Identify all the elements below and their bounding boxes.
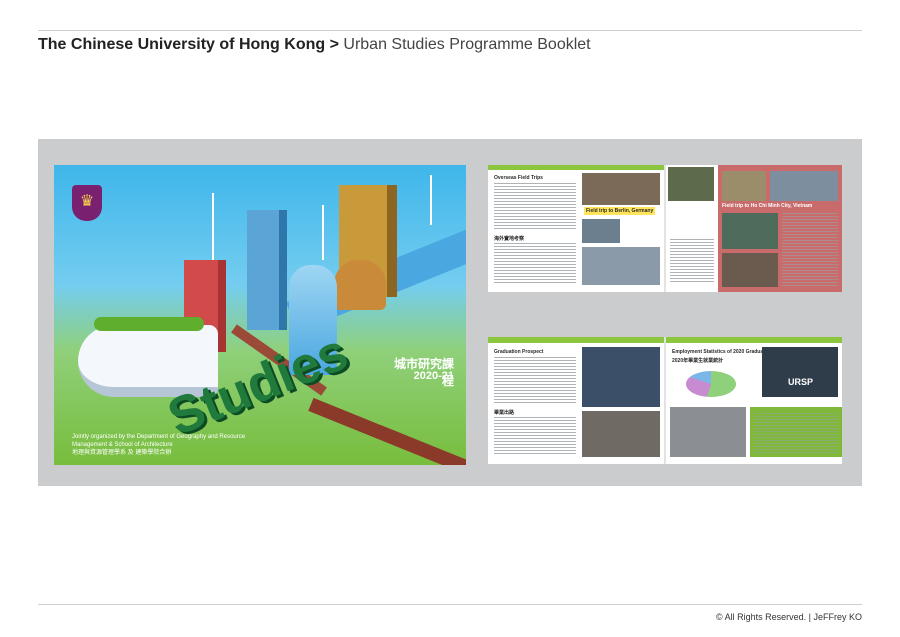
pie-chart-icon <box>686 371 736 397</box>
ursp-badge: URSP <box>788 377 814 387</box>
cover-credit-zh: 地理與資源管理學系 及 建築學院合辦 <box>72 450 172 456</box>
spread-heading-zh: 2020年畢業生就業統計 <box>672 358 724 364</box>
wind-turbine-icon <box>430 175 432 225</box>
photo <box>668 167 714 201</box>
body-text-block <box>670 239 714 283</box>
body-text-block <box>782 213 838 287</box>
photo <box>722 213 778 249</box>
body-text-block <box>494 183 576 231</box>
cuhk-crest-icon: ♛ <box>72 185 102 221</box>
photo <box>770 171 838 201</box>
booklet-spread-graduation[interactable]: Graduation Prospect 畢業出路 Employment Stat… <box>488 337 842 464</box>
spread-fold <box>664 337 666 464</box>
photo <box>582 247 660 285</box>
photo <box>582 347 660 407</box>
wind-turbine-icon <box>322 205 324 260</box>
page-title: Urban Studies Programme Booklet <box>343 36 591 53</box>
spread-heading: Graduation Prospect <box>494 349 544 355</box>
body-text-block <box>754 413 838 453</box>
green-roof-garden <box>94 317 204 331</box>
showcase-panel: ♛ Studies 城市研究課程 2020-21 Jointly organiz… <box>38 139 862 486</box>
footer-copyright: © All Rights Reserved. | JeFFrey KO <box>715 612 862 622</box>
spread-heading: Overseas Field Trips <box>494 175 543 181</box>
cover-credit-en: Jointly organized by the Department of G… <box>72 434 246 448</box>
photo-caption: Field trip to Berlin, Germany <box>584 207 656 215</box>
road-illustration <box>308 397 466 465</box>
photo <box>582 411 660 457</box>
cover-year: 2020-21 <box>413 370 454 382</box>
breadcrumb-separator: > <box>329 36 339 53</box>
wind-turbine-icon <box>212 193 214 263</box>
booklet-cover[interactable]: ♛ Studies 城市研究課程 2020-21 Jointly organiz… <box>54 165 466 465</box>
spread-heading-zh: 畢業出路 <box>494 410 515 416</box>
spread-heading-zh: 海外實地考察 <box>494 236 525 242</box>
photo <box>582 219 620 243</box>
org-name: The Chinese University of Hong Kong <box>38 36 326 53</box>
body-text-block <box>494 417 576 455</box>
blue-tower-building <box>247 210 287 330</box>
footer-divider <box>38 604 862 605</box>
header-divider <box>38 30 862 31</box>
letter-a-building <box>334 260 386 310</box>
accent-stripe <box>488 165 664 170</box>
booklet-spread-field-trips[interactable]: Overseas Field Trips 海外實地考察 Field trip t… <box>488 165 842 292</box>
photo <box>762 347 838 397</box>
photo-caption: Field trip to Ho Chi Minh City, Vietnam <box>722 203 813 209</box>
body-text-block <box>494 243 576 283</box>
photo <box>582 173 660 205</box>
photo <box>670 407 746 457</box>
page-header: The Chinese University of Hong Kong > Ur… <box>38 36 591 54</box>
body-text-block <box>494 357 576 405</box>
photo <box>722 253 778 287</box>
cover-credit: Jointly organized by the Department of G… <box>72 433 262 457</box>
spread-heading: Employment Statistics of 2020 Graduates <box>672 349 771 355</box>
spread-fold <box>664 165 666 292</box>
photo <box>722 171 766 201</box>
